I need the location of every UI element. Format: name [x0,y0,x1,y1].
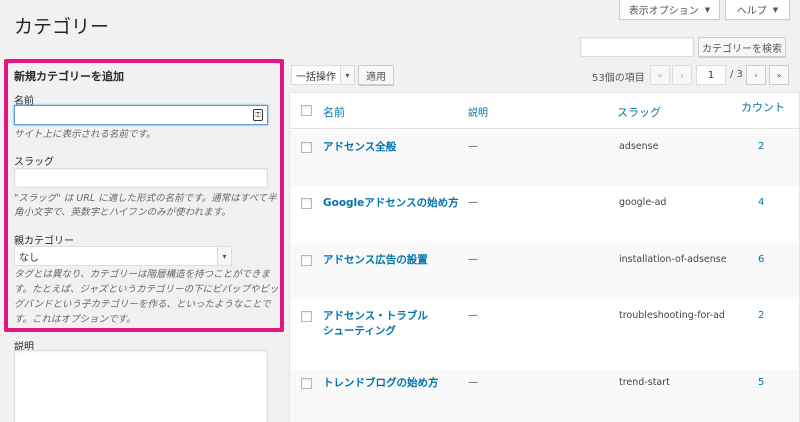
column-description: 説明 [468,108,488,119]
table-row: トレンドブログの始め方 — trend-start 5 [290,370,799,422]
screen-options-label: 表示オプション [628,6,699,17]
slug-hint-2: 角小文字で、英数字とハイフンのみが使われます。 [14,207,231,218]
page-title: カテゴリー [14,16,110,38]
category-description: — [468,197,478,208]
category-count[interactable]: 5 [758,377,764,388]
category-name[interactable]: Googleアドセンスの始め方 [323,196,459,211]
row-checkbox[interactable] [301,311,312,322]
category-count[interactable]: 2 [758,141,764,152]
key-icon[interactable]: ⚿ [253,109,263,121]
bulk-action-value: 一括操作 [296,71,336,83]
category-table: 名前 説明 スラッグ カウント アドセンス全般 — adsense 2 Goog… [289,92,800,422]
category-slug: troubleshooting-for-ad [619,310,725,321]
slug-hint-1: "スラッグ" は URL に適した形式の名前です。通常はすべて半 [14,193,277,204]
table-row: アドセンス全般 — adsense 2 [290,130,799,186]
column-count[interactable]: カウント [741,99,785,115]
name-field[interactable]: ⚿ [14,105,268,125]
current-page-input[interactable]: 1 [696,65,726,85]
row-checkbox[interactable] [301,198,312,209]
table-row: アドセンス・トラブル シューティング — troubleshooting-for… [290,299,799,370]
category-name-line1[interactable]: アドセンス・トラブル [323,309,428,324]
next-page-button[interactable]: › [746,65,766,85]
chevron-down-icon: ▼ [772,5,779,14]
category-count[interactable]: 6 [758,254,764,265]
slug-label: スラッグ [14,157,54,168]
category-description: — [468,141,478,152]
help-button[interactable]: ヘルプ ▼ [725,0,790,20]
category-description: — [468,310,478,321]
table-header: 名前 説明 スラッグ カウント [290,93,799,129]
description-field[interactable] [14,350,268,422]
category-description: — [468,254,478,265]
first-page-button[interactable]: « [650,65,670,85]
parent-hint-1: タグとは異なり、カテゴリーは階層構造を持つことができま [14,269,271,280]
category-description: — [468,377,478,388]
parent-hint-4: す。これはオプションです。 [14,314,136,325]
category-slug: trend-start [619,377,670,388]
parent-hint-3: グバンドという子カテゴリーを作る、といったようなことで [14,299,271,310]
search-input[interactable] [580,37,694,57]
last-page-button[interactable]: » [769,65,789,85]
category-count[interactable]: 2 [758,310,764,321]
category-name-line2[interactable]: シューティング [323,324,396,339]
item-count: 53個の項目 [592,73,645,84]
parent-hint-2: す。たとえば、ジャズというカテゴリーの下にビバップやビッ [14,284,279,295]
chevron-down-icon: ▼ [704,5,711,14]
bulk-action-select[interactable]: 一括操作 ▾ [291,65,355,85]
category-name[interactable]: アドセンス広告の設置 [323,253,428,268]
help-label: ヘルプ [736,6,767,17]
apply-button[interactable]: 適用 [358,65,394,85]
category-count[interactable]: 4 [758,197,764,208]
category-slug: installation-of-adsense [619,254,727,265]
slug-field[interactable] [14,168,268,188]
select-all-checkbox[interactable] [301,105,312,116]
parent-select-value: なし [19,252,39,264]
column-slug[interactable]: スラッグ [617,104,661,120]
row-checkbox[interactable] [301,142,312,153]
form-heading: 新規カテゴリーを追加 [14,70,124,83]
category-name[interactable]: アドセンス全般 [323,140,396,155]
table-row: Googleアドセンスの始め方 — google-ad 4 [290,186,799,243]
prev-page-button[interactable]: ‹ [672,65,692,85]
table-row: アドセンス広告の設置 — installation-of-adsense 6 [290,243,799,299]
row-checkbox[interactable] [301,255,312,266]
name-hint: サイト上に表示される名前です。 [14,129,156,140]
category-slug: adsense [619,141,659,152]
row-checkbox[interactable] [301,378,312,389]
chevron-down-icon: ▾ [340,66,354,84]
column-name[interactable]: 名前 [323,104,345,120]
search-button[interactable]: カテゴリーを検索 [698,37,786,57]
chevron-down-icon: ▾ [217,247,231,265]
total-pages: / 3 [730,69,743,80]
parent-label: 親カテゴリー [14,236,74,247]
category-slug: google-ad [619,197,667,208]
parent-select[interactable]: なし ▾ [14,246,232,266]
screen-options-button[interactable]: 表示オプション ▼ [619,0,720,20]
category-name[interactable]: トレンドブログの始め方 [323,376,439,391]
